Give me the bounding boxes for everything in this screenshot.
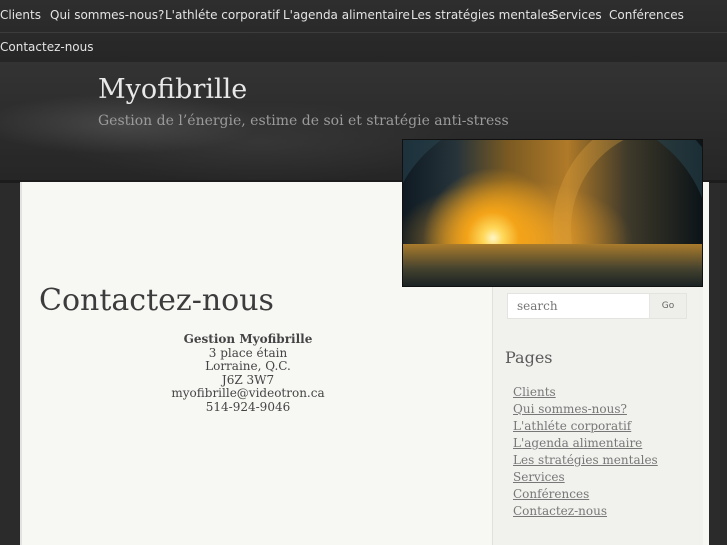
nav-item-services[interactable]: Services — [551, 8, 602, 22]
search-go-button[interactable]: Go — [649, 294, 686, 318]
pages-link-clients[interactable]: Clients — [513, 385, 556, 399]
nav-item-qui-sommes-nous[interactable]: Qui sommes-nous? — [50, 8, 164, 22]
pages-link-services[interactable]: Services — [513, 470, 565, 484]
search-input[interactable] — [508, 294, 646, 318]
search-form: Go — [507, 293, 687, 319]
nav-item-clients[interactable]: Clients — [0, 8, 41, 22]
nav-item-contactez-nous[interactable]: Contactez-nous — [0, 40, 94, 54]
nav-item-conferences[interactable]: Conférences — [609, 8, 684, 22]
pages-link-strategies-mentales[interactable]: Les stratégies mentales — [513, 453, 658, 467]
nav-item-strategies-mentales[interactable]: Les stratégies mentales — [411, 8, 554, 22]
street-address: 3 place étain — [208, 345, 288, 360]
pages-link-conferences[interactable]: Conférences — [513, 487, 589, 501]
sea-surface — [403, 244, 702, 286]
nav-item-agenda-alimentaire[interactable]: L'agenda alimentaire — [283, 8, 410, 22]
header-wave-image — [402, 139, 703, 287]
page-title: Contactez-nous — [39, 283, 274, 318]
top-navigation: Clients Qui sommes-nous? L'athléte corpo… — [0, 0, 727, 62]
email: myofibrille@videotron.ca — [171, 386, 325, 401]
contact-address: Gestion Myofibrille 3 place étain Lorrai… — [98, 332, 398, 415]
site-title[interactable]: Myofibrille — [98, 74, 247, 105]
pages-link-contactez-nous[interactable]: Contactez-nous — [513, 504, 607, 518]
pages-widget-title: Pages — [505, 348, 553, 367]
company-name: Gestion Myofibrille — [183, 332, 313, 346]
phone: 514-924-9046 — [205, 399, 291, 414]
pages-link-agenda-alimentaire[interactable]: L'agenda alimentaire — [513, 436, 642, 450]
nav-item-athlete-corporatif[interactable]: L'athléte corporatif — [165, 8, 280, 22]
postal-code: J6Z 3W7 — [221, 372, 275, 387]
pages-link-qui-sommes-nous[interactable]: Qui sommes-nous? — [513, 402, 627, 416]
city: Lorraine, Q.C. — [205, 359, 291, 374]
site-description: Gestion de l’énergie, estime de soi et s… — [98, 113, 509, 129]
pages-link-athlete-corporatif[interactable]: L'athléte corporatif — [513, 419, 631, 433]
